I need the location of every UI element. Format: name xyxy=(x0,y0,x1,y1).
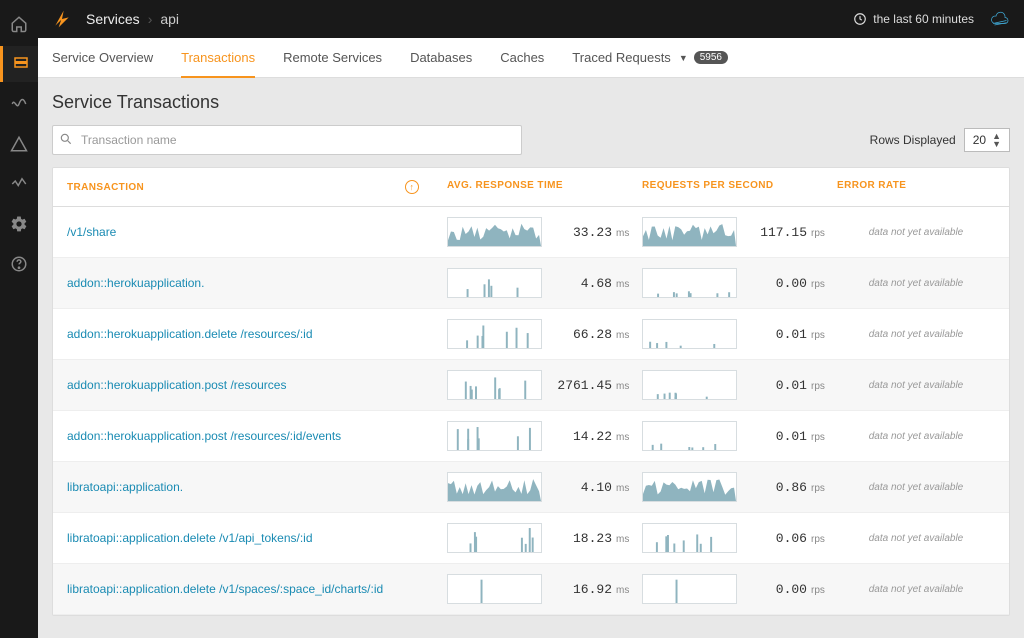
tab-traced-requests[interactable]: Traced Requests ▼ 5956 xyxy=(572,38,728,77)
response-time-sparkline xyxy=(447,268,542,298)
search-box xyxy=(52,125,522,155)
nav-alerts[interactable] xyxy=(0,126,38,162)
error-rate-na: data not yet available xyxy=(869,329,964,340)
side-nav xyxy=(0,0,38,638)
rps-value: 0.00 xyxy=(745,582,807,597)
time-range-label: the last 60 minutes xyxy=(873,12,974,26)
breadcrumb-current: api xyxy=(160,11,179,27)
time-range-picker[interactable]: the last 60 minutes xyxy=(853,12,974,26)
rps-sparkline xyxy=(642,574,737,604)
tab-databases[interactable]: Databases xyxy=(410,38,472,77)
transactions-table: Transaction ↑ Avg. Response Time Request… xyxy=(52,167,1010,616)
rps-sparkline xyxy=(642,319,737,349)
rps-sparkline xyxy=(642,421,737,451)
traced-badge: 5956 xyxy=(694,51,728,64)
response-time-value: 14.22 xyxy=(550,429,612,444)
response-time-value: 4.10 xyxy=(550,480,612,495)
sort-asc-icon: ↑ xyxy=(405,180,419,194)
error-rate-na: data not yet available xyxy=(869,278,964,289)
response-time-value: 16.92 xyxy=(550,582,612,597)
tab-bar: Service Overview Transactions Remote Ser… xyxy=(38,38,1024,78)
rps-value: 0.86 xyxy=(745,480,807,495)
error-rate-na: data not yet available xyxy=(869,431,964,442)
rps-value: 0.00 xyxy=(745,276,807,291)
nav-help[interactable] xyxy=(0,246,38,282)
col-response-time[interactable]: Avg. Response Time xyxy=(433,168,628,206)
rows-displayed: Rows Displayed 20 ▲▼ xyxy=(870,128,1010,152)
error-rate-na: data not yet available xyxy=(869,584,964,595)
rows-displayed-label: Rows Displayed xyxy=(870,133,956,147)
table-row: libratoapi::application.4.10ms0.86rpsdat… xyxy=(53,462,1009,513)
transaction-link[interactable]: addon::herokuapplication.delete /resourc… xyxy=(67,327,313,341)
table-header: Transaction ↑ Avg. Response Time Request… xyxy=(53,168,1009,207)
col-error-rate[interactable]: Error Rate xyxy=(823,168,1009,206)
response-time-sparkline xyxy=(447,472,542,502)
table-row: libratoapi::application.delete /v1/space… xyxy=(53,564,1009,615)
response-time-value: 2761.45 xyxy=(550,378,612,393)
tab-overview[interactable]: Service Overview xyxy=(52,38,153,77)
tab-transactions[interactable]: Transactions xyxy=(181,38,255,77)
table-row: addon::herokuapplication.post /resources… xyxy=(53,411,1009,462)
transaction-link[interactable]: libratoapi::application.delete /v1/space… xyxy=(67,582,383,596)
transaction-link[interactable]: addon::herokuapplication. xyxy=(67,276,204,290)
response-time-value: 66.28 xyxy=(550,327,612,342)
transaction-link[interactable]: /v1/share xyxy=(67,225,116,239)
rps-value: 0.01 xyxy=(745,378,807,393)
rps-sparkline xyxy=(642,523,737,553)
transaction-link[interactable]: addon::herokuapplication.post /resources… xyxy=(67,429,341,443)
search-icon xyxy=(59,132,73,149)
transaction-link[interactable]: libratoapi::application.delete /v1/api_t… xyxy=(67,531,313,545)
transaction-link[interactable]: libratoapi::application. xyxy=(67,480,183,494)
nav-metrics[interactable] xyxy=(0,166,38,202)
rows-displayed-select[interactable]: 20 ▲▼ xyxy=(964,128,1010,152)
error-rate-na: data not yet available xyxy=(869,380,964,391)
search-input[interactable] xyxy=(52,125,522,155)
logo-icon xyxy=(52,9,72,29)
table-row: addon::herokuapplication.post /resources… xyxy=(53,360,1009,411)
col-rps[interactable]: Requests Per Second xyxy=(628,168,823,206)
transaction-link[interactable]: addon::herokuapplication.post /resources xyxy=(67,378,286,392)
rps-value: 117.15 xyxy=(745,225,807,240)
breadcrumb-root[interactable]: Services xyxy=(86,11,140,27)
nav-home[interactable] xyxy=(0,6,38,42)
nav-traces[interactable] xyxy=(0,86,38,122)
response-time-sparkline xyxy=(447,370,542,400)
response-time-value: 33.23 xyxy=(550,225,612,240)
clock-icon xyxy=(853,12,867,26)
table-row: /v1/share33.23ms117.15rpsdata not yet av… xyxy=(53,207,1009,258)
tab-remote-services[interactable]: Remote Services xyxy=(283,38,382,77)
rps-sparkline xyxy=(642,217,737,247)
top-bar: Services › api the last 60 minutes xyxy=(38,0,1024,38)
table-row: libratoapi::application.delete /v1/api_t… xyxy=(53,513,1009,564)
table-row: addon::herokuapplication.delete /resourc… xyxy=(53,309,1009,360)
nav-services[interactable] xyxy=(0,46,38,82)
error-rate-na: data not yet available xyxy=(869,482,964,493)
rps-sparkline xyxy=(642,370,737,400)
chevron-down-icon: ▼ xyxy=(679,53,688,63)
rps-value: 0.01 xyxy=(745,429,807,444)
response-time-sparkline xyxy=(447,319,542,349)
col-transaction[interactable]: Transaction ↑ xyxy=(53,168,433,206)
rps-value: 0.06 xyxy=(745,531,807,546)
error-rate-na: data not yet available xyxy=(869,227,964,238)
page-title: Service Transactions xyxy=(52,92,1010,113)
sort-arrows-icon: ▲▼ xyxy=(992,132,1001,148)
rps-value: 0.01 xyxy=(745,327,807,342)
tab-caches[interactable]: Caches xyxy=(500,38,544,77)
breadcrumb: Services › api xyxy=(86,11,179,27)
chevron-right-icon: › xyxy=(148,11,153,27)
error-rate-na: data not yet available xyxy=(869,533,964,544)
response-time-value: 4.68 xyxy=(550,276,612,291)
response-time-sparkline xyxy=(447,574,542,604)
response-time-sparkline xyxy=(447,523,542,553)
response-time-sparkline xyxy=(447,217,542,247)
nav-settings[interactable] xyxy=(0,206,38,242)
response-time-value: 18.23 xyxy=(550,531,612,546)
cloud-status-icon[interactable] xyxy=(988,10,1010,28)
table-row: addon::herokuapplication.4.68ms0.00rpsda… xyxy=(53,258,1009,309)
rps-sparkline xyxy=(642,472,737,502)
rps-sparkline xyxy=(642,268,737,298)
response-time-sparkline xyxy=(447,421,542,451)
